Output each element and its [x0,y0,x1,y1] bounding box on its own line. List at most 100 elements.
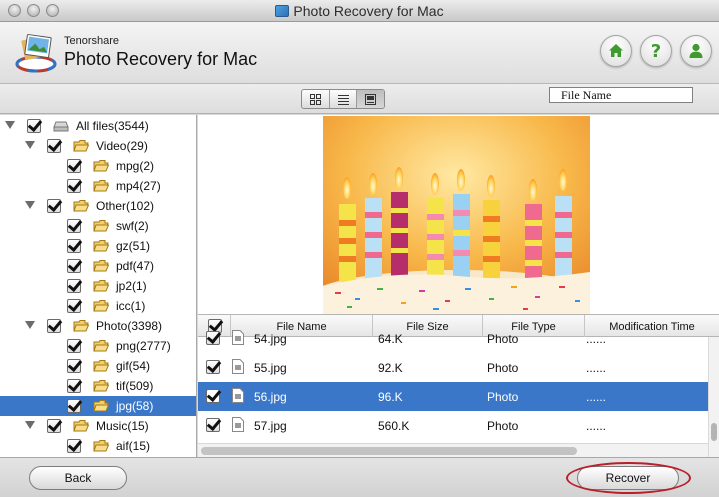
back-button[interactable]: Back [29,466,127,490]
tree-item-gif[interactable]: gif(54) [0,356,196,376]
view-mode-switch [301,89,385,109]
tree-item-label: jp2(1) [116,279,147,293]
table-row[interactable]: 54.jpg 64.K Photo ...... [198,324,708,353]
horizontal-scroll-thumb[interactable] [201,447,577,455]
tree-item-jp2[interactable]: jp2(1) [0,276,196,296]
tree-item-icc[interactable]: icc(1) [0,296,196,316]
home-button[interactable] [600,35,632,67]
tree-item-jpg[interactable]: jpg(58) [0,396,196,416]
home-icon [609,44,623,57]
tree-item-other[interactable]: Other(102) [0,196,196,216]
preview-view-icon [365,93,377,105]
checkbox[interactable] [67,399,81,413]
table-row-selected[interactable]: 56.jpg 96.K Photo ...... [198,382,708,411]
file-name-cell: 54.jpg [254,332,287,346]
help-button[interactable]: ? [640,35,672,67]
file-name-cell: 56.jpg [254,390,287,404]
vertical-scrollbar[interactable] [708,337,719,458]
file-type-tree: All files(3544) Video(29) mpg(2) mp4(27)… [0,115,197,457]
checkbox[interactable] [47,199,61,213]
search-input[interactable]: File Name [549,87,693,103]
account-button[interactable] [680,35,712,67]
folder-icon [73,420,89,432]
file-type-cell: Photo [487,332,519,346]
app-logo-icon [15,34,57,73]
checkbox[interactable] [47,319,61,333]
grid-view-icon [309,93,321,105]
checkbox[interactable] [67,379,81,393]
checkbox[interactable] [47,139,61,153]
recover-button[interactable]: Recover [577,466,679,490]
tree-item-label: icc(1) [116,299,146,313]
checkbox[interactable] [206,418,220,432]
tree-item-label: Photo(3398) [96,319,163,333]
preview-view-button[interactable] [357,90,384,108]
toolbar: File Name [0,84,719,114]
user-icon [689,43,703,58]
file-size-cell: 64.K [378,332,403,346]
app-header: Tenorshare Photo Recovery for Mac ? [0,22,719,84]
file-type-cell: Photo [487,419,519,433]
folder-icon [93,220,109,232]
tree-item-swf[interactable]: swf(2) [0,216,196,236]
checkbox[interactable] [206,360,220,374]
checkbox[interactable] [206,331,220,345]
checkbox[interactable] [67,259,81,273]
folder-icon [93,440,109,452]
tree-item-mpg[interactable]: mpg(2) [0,156,196,176]
file-size-cell: 560.K [378,419,410,433]
disclosure-triangle-icon[interactable] [25,421,35,429]
checkbox[interactable] [67,159,81,173]
folder-icon [73,140,89,152]
checkbox[interactable] [67,219,81,233]
grid-view-button[interactable] [302,90,330,108]
checkbox[interactable] [206,389,220,403]
list-view-button[interactable] [330,90,358,108]
checkbox[interactable] [67,239,81,253]
tree-item-label: swf(2) [116,219,149,233]
tree-item-aif[interactable]: aif(15) [0,436,196,456]
tree-item-label: gif(54) [116,359,151,373]
tree-item-gz[interactable]: gz(51) [0,236,196,256]
folder-icon [93,160,109,172]
tree-item-label: Video(29) [96,139,148,153]
horizontal-scrollbar[interactable] [198,443,708,458]
checkbox[interactable] [67,439,81,453]
tree-item-label: jpg(58) [116,399,154,413]
tree-item-pdf[interactable]: pdf(47) [0,256,196,276]
tree-item-all-files[interactable]: All files(3544) [0,116,196,136]
file-table: File Name File Size File Type Modificati… [198,314,719,458]
modification-time-cell: ...... [586,361,607,375]
checkbox[interactable] [67,359,81,373]
disclosure-triangle-icon[interactable] [25,201,35,209]
checkbox[interactable] [67,339,81,353]
folder-icon [93,240,109,252]
checkbox[interactable] [47,419,61,433]
disclosure-triangle-icon[interactable] [25,321,35,329]
tree-item-music[interactable]: Music(15) [0,416,196,436]
folder-icon [73,320,89,332]
checkbox[interactable] [67,279,81,293]
disclosure-triangle-icon[interactable] [25,141,35,149]
tree-item-tif[interactable]: tif(509) [0,376,196,396]
vertical-scroll-thumb[interactable] [711,423,717,441]
product-name: Photo Recovery for Mac [64,49,258,69]
list-view-icon [337,94,349,105]
checkbox[interactable] [27,119,41,133]
checkbox[interactable] [67,299,81,313]
tree-item-png[interactable]: png(2777) [0,336,196,356]
tree-item-mp4[interactable]: mp4(27) [0,176,196,196]
checkbox[interactable] [67,179,81,193]
tree-item-label: All files(3544) [76,119,149,133]
table-row[interactable]: 55.jpg 92.K Photo ...... [198,353,708,382]
preview-pane [198,115,719,314]
table-row[interactable]: 57.jpg 560.K Photo ...... [198,411,708,440]
tree-item-label: png(2777) [116,339,171,353]
file-type-cell: Photo [487,361,519,375]
help-icon: ? [650,40,662,62]
image-file-icon [232,388,244,403]
folder-icon [93,400,109,412]
tree-item-photo[interactable]: Photo(3398) [0,316,196,336]
disclosure-triangle-icon[interactable] [5,121,15,129]
tree-item-video[interactable]: Video(29) [0,136,196,156]
